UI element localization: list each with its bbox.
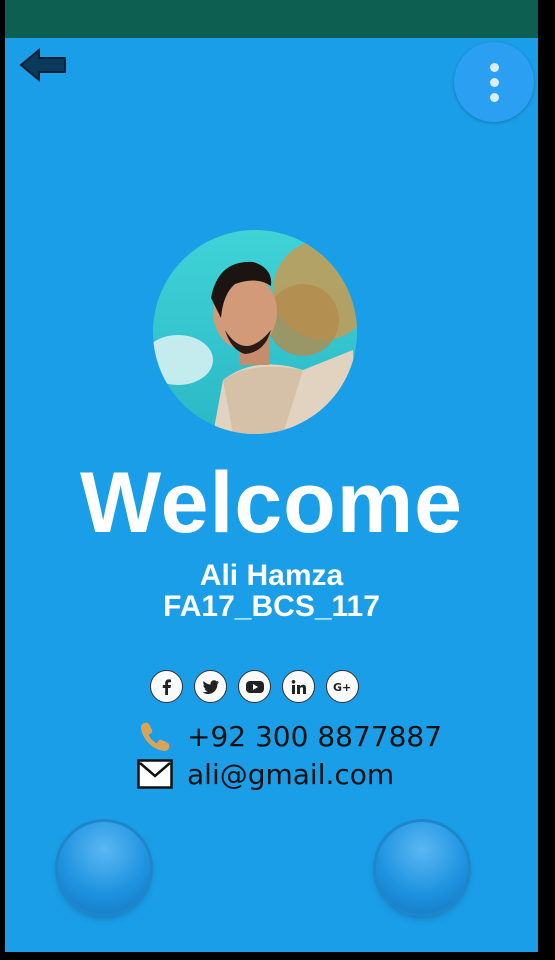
phone-row[interactable]: +92 300 8877887 [135,719,442,753]
status-bar [5,0,538,38]
menu-dot [489,92,499,102]
back-button[interactable] [19,46,69,84]
avatar [153,230,357,434]
student-id: FA17_BCS_117 [163,590,380,623]
twitter-icon[interactable] [194,670,227,703]
email-row[interactable]: ali@gmail.com [135,757,394,791]
right-round-button[interactable] [376,822,468,914]
facebook-icon[interactable] [150,670,183,703]
menu-dot [489,62,499,72]
phone-number: +92 300 8877887 [187,719,443,753]
phone-icon [135,719,175,753]
youtube-icon[interactable] [238,670,271,703]
menu-dot [489,77,499,87]
profile-photo [153,230,357,434]
google-plus-icon[interactable]: G+ [326,670,359,703]
overflow-menu-button[interactable] [454,42,534,122]
profile-screen: Welcome Ali Hamza FA17_BCS_117 G+ +92 30… [5,0,538,952]
email-address: ali@gmail.com [187,757,395,791]
svg-text:G+: G+ [333,681,351,694]
welcome-heading: Welcome [80,455,463,551]
student-name: Ali Hamza [199,559,344,592]
linkedin-icon[interactable] [282,670,315,703]
social-links: G+ [150,670,380,706]
left-round-button[interactable] [58,822,150,914]
back-arrow-icon [19,47,66,83]
mail-icon [135,757,175,791]
